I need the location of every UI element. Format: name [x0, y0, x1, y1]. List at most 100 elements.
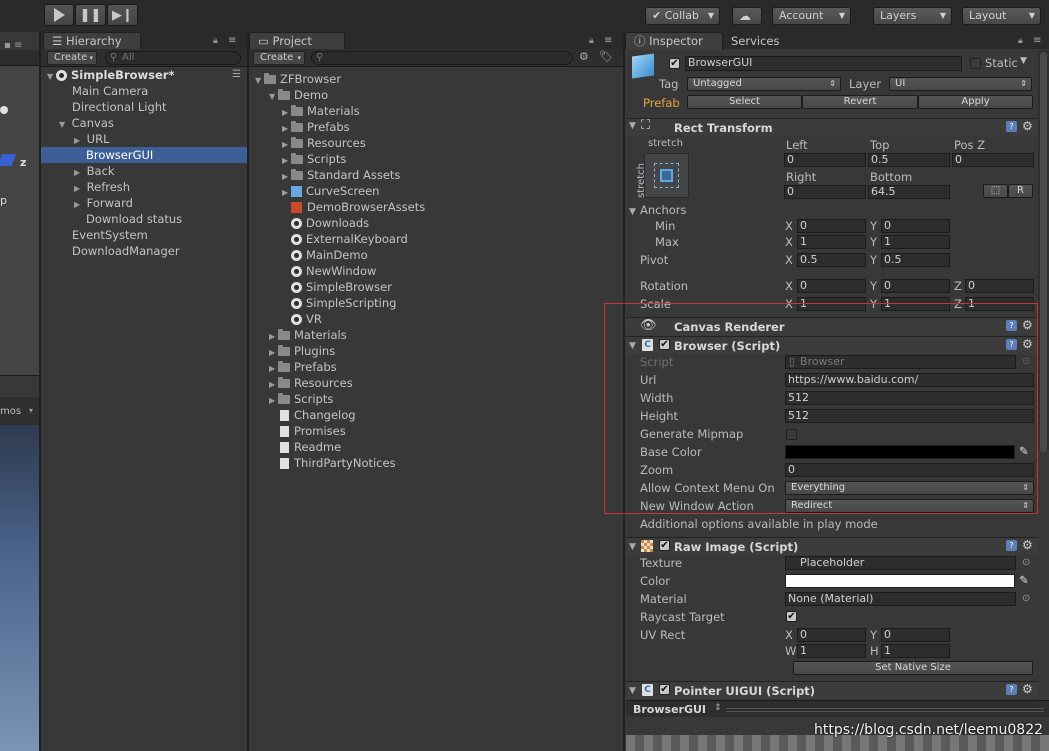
help-icon[interactable]: ? — [1006, 684, 1017, 695]
scene-menu-icon[interactable]: ☰ — [232, 67, 241, 83]
layer-dropdown[interactable]: UI ⇕ — [889, 77, 1032, 91]
hierarchy-item-eventsystem[interactable]: EventSystem — [41, 227, 247, 243]
project-folder-materials-root[interactable]: ▶ Materials — [249, 327, 623, 343]
project-folder-prefabs[interactable]: ▶ Prefabs — [249, 119, 623, 135]
help-icon[interactable]: ? — [1006, 540, 1017, 551]
top-field[interactable]: 0.5 — [868, 153, 950, 167]
hierarchy-item-canvas[interactable]: ▼ Canvas — [41, 115, 247, 131]
play-button[interactable] — [44, 4, 74, 26]
gear-icon[interactable]: ⚙ — [1022, 338, 1033, 350]
project-scene-externalkeyboard[interactable]: ExternalKeyboard — [249, 231, 623, 247]
rotation-z-field[interactable]: 0 — [965, 279, 1034, 293]
scale-y-field[interactable]: 1 — [881, 297, 950, 311]
hierarchy-item-browsergui[interactable]: BrowserGUI — [41, 147, 247, 163]
project-folder-prefabs-root[interactable]: ▶ Prefabs — [249, 359, 623, 375]
posz-field[interactable]: 0 — [952, 153, 1034, 167]
project-folder-resources[interactable]: ▶ Resources — [249, 135, 623, 151]
hierarchy-item-forward[interactable]: ▶ Forward — [41, 195, 247, 211]
raw-image-enabled-checkbox[interactable]: ✔ — [659, 540, 670, 551]
eyedropper-icon[interactable]: ✎ — [1019, 573, 1029, 587]
raw-edit-button[interactable]: R — [1008, 184, 1033, 198]
object-name-field[interactable]: BrowserGUI — [685, 56, 962, 71]
scale-x-field[interactable]: 1 — [797, 297, 866, 311]
project-folder-scripts[interactable]: ▶ Scripts — [249, 151, 623, 167]
prefab-select-button[interactable]: Select — [687, 95, 802, 109]
hierarchy-search-input[interactable]: ⚲ All — [105, 51, 241, 65]
project-search-input[interactable]: ⚲ — [311, 51, 573, 65]
generate-mipmap-checkbox[interactable] — [786, 429, 797, 440]
hierarchy-item-refresh[interactable]: ▶ Refresh — [41, 179, 247, 195]
texture-field[interactable]: Placeholder — [785, 556, 1016, 570]
prefab-apply-button[interactable]: Apply — [918, 95, 1033, 109]
anchor-min-y-field[interactable]: 0 — [881, 219, 950, 233]
preview-header[interactable]: BrowserGUI ⇕ — [626, 700, 1049, 717]
filter-by-type-icon[interactable]: ⚙ — [579, 50, 589, 63]
layout-dropdown[interactable]: Layout ▼ — [962, 7, 1041, 25]
panel-menu-icon[interactable]: ≡ — [1033, 35, 1041, 46]
eyedropper-icon[interactable]: ✎ — [1019, 444, 1029, 458]
new-window-action-dropdown[interactable]: Redirect ⇕ — [785, 499, 1034, 513]
project-create-dropdown[interactable]: Create ▾ — [253, 51, 305, 65]
tab-inspector[interactable]: ⓘ Inspector — [625, 32, 723, 50]
rotation-x-field[interactable]: 0 — [797, 279, 866, 293]
pause-button[interactable]: ❚❚ — [75, 4, 106, 26]
step-button[interactable]: ▶❙ — [107, 4, 138, 26]
scene-gizmo-area[interactable]: z p — [0, 66, 39, 386]
layers-dropdown[interactable]: Layers ▼ — [873, 7, 952, 25]
material-field[interactable]: None (Material) — [785, 592, 1016, 606]
hierarchy-item-downloadmanager[interactable]: DownloadManager — [41, 243, 247, 259]
project-folder-scripts-root[interactable]: ▶ Scripts — [249, 391, 623, 407]
raycast-target-checkbox[interactable]: ✔ — [786, 611, 797, 622]
panel-menu-icon[interactable]: ≡ — [604, 35, 612, 46]
gizmos-label[interactable]: mos — [0, 406, 21, 417]
gear-icon[interactable]: ⚙ — [1022, 319, 1033, 331]
help-icon[interactable]: ? — [1006, 320, 1017, 331]
expand-down-icon[interactable]: ▼ — [629, 341, 636, 351]
chevron-down-icon[interactable]: ▼ — [1020, 56, 1027, 66]
tab-project[interactable]: ▭ Project — [249, 32, 345, 50]
panel-menu-icon[interactable]: ≡ — [228, 35, 236, 46]
project-scene-simplescripting[interactable]: SimpleScripting — [249, 295, 623, 311]
anchor-presets-button[interactable] — [644, 153, 689, 198]
cloud-button[interactable]: ☁ — [732, 7, 762, 25]
project-folder-resources-root[interactable]: ▶ Resources — [249, 375, 623, 391]
project-scene-newwindow[interactable]: NewWindow — [249, 263, 623, 279]
project-asset-demobrowserassets[interactable]: DemoBrowserAssets — [249, 199, 623, 215]
rotation-y-field[interactable]: 0 — [881, 279, 950, 293]
lock-icon[interactable]: 🔒︎ — [213, 36, 218, 46]
object-picker-icon[interactable]: ⊙ — [1022, 593, 1030, 604]
color-swatch[interactable] — [785, 574, 1015, 588]
project-folder-materials[interactable]: ▶ Materials — [249, 103, 623, 119]
account-dropdown[interactable]: Account ▼ — [772, 7, 851, 25]
anchor-max-y-field[interactable]: 1 — [881, 235, 950, 249]
base-color-swatch[interactable] — [785, 445, 1015, 459]
hierarchy-item-back[interactable]: ▶ Back — [41, 163, 247, 179]
project-doc-thirdpartynotices[interactable]: ThirdPartyNotices — [249, 455, 623, 471]
hierarchy-item-main-camera[interactable]: Main Camera — [41, 83, 247, 99]
project-folder-zfbrowser[interactable]: ▼ ZFBrowser — [249, 71, 623, 87]
pivot-y-field[interactable]: 0.5 — [881, 253, 950, 267]
scene-row[interactable]: ▼ SimpleBrowser* ☰ — [41, 67, 247, 83]
set-native-size-button[interactable]: Set Native Size — [793, 661, 1033, 675]
static-checkbox[interactable] — [970, 58, 981, 69]
expand-down-icon[interactable]: ▼ — [629, 121, 636, 131]
help-icon[interactable]: ? — [1006, 339, 1017, 350]
object-picker-icon[interactable]: ⊙ — [1022, 557, 1030, 568]
project-doc-changelog[interactable]: Changelog — [249, 407, 623, 423]
tag-dropdown[interactable]: Untagged ⇕ — [687, 77, 841, 91]
project-scene-maindemo[interactable]: MainDemo — [249, 247, 623, 263]
uv-x-field[interactable]: 0 — [797, 628, 866, 642]
expand-down-icon[interactable]: ▼ — [629, 542, 636, 552]
lock-icon[interactable]: 🔒︎ — [1018, 36, 1023, 46]
active-checkbox[interactable]: ✔ — [669, 58, 680, 69]
anchor-min-x-field[interactable]: 0 — [797, 219, 866, 233]
tab-services[interactable]: Services — [731, 34, 780, 48]
width-field[interactable]: 512 — [785, 391, 1034, 405]
uv-w-field[interactable]: 1 — [797, 644, 866, 658]
project-folder-demo[interactable]: ▼ Demo — [249, 87, 623, 103]
help-icon[interactable]: ? — [1006, 121, 1017, 132]
pivot-x-field[interactable]: 0.5 — [797, 253, 866, 267]
pointer-uigui-enabled-checkbox[interactable]: ✔ — [659, 684, 670, 695]
gear-icon[interactable]: ⚙ — [1022, 539, 1033, 551]
scale-z-field[interactable]: 1 — [965, 297, 1034, 311]
